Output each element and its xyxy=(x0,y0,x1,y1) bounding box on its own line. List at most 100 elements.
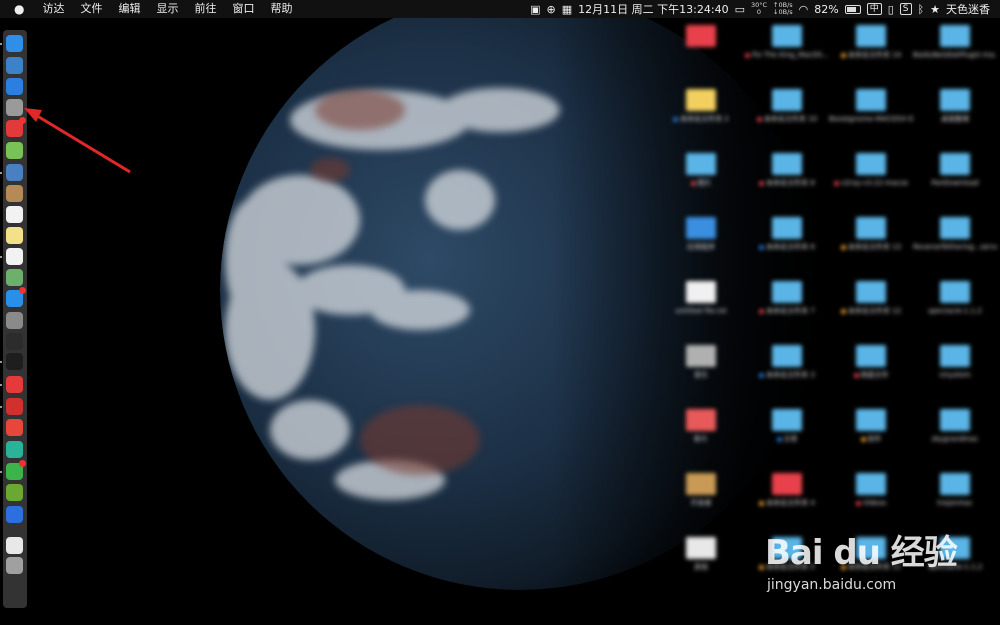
trash-icon[interactable] xyxy=(6,557,23,574)
wechat-icon[interactable] xyxy=(6,460,26,480)
reminders-icon[interactable] xyxy=(6,248,23,265)
green-app-icon[interactable] xyxy=(6,441,23,458)
file-label: 应用程序 xyxy=(687,243,715,251)
menu-window[interactable]: 窗口 xyxy=(224,0,262,18)
battery-percent[interactable]: 82% xyxy=(814,3,838,16)
menu-go[interactable]: 前往 xyxy=(186,0,224,18)
desktop-file[interactable]: Boostgnome-MACOSX-GOG xyxy=(829,89,913,124)
user-name[interactable]: 天色迷香 xyxy=(946,1,990,17)
desktop-file[interactable]: 音乐 xyxy=(659,345,743,380)
menu-edit[interactable]: 编辑 xyxy=(110,0,148,18)
folder-icon xyxy=(856,25,886,47)
desktop-file[interactable]: 未命名文件夹 10 xyxy=(745,89,829,124)
notes-brown-icon[interactable] xyxy=(6,185,23,202)
desktop-file[interactable]: Videos xyxy=(829,473,913,508)
desktop-file[interactable]: Unystem xyxy=(913,345,997,380)
dock xyxy=(0,30,27,608)
safari-icon[interactable] xyxy=(6,78,23,95)
calendar-icon[interactable]: ▦ xyxy=(562,3,572,16)
desktop-file[interactable]: 未命名文件夹 7 xyxy=(745,281,829,316)
desktop-file[interactable]: untitled file.txt xyxy=(659,281,743,316)
maps-icon[interactable] xyxy=(6,269,23,286)
desktop-file[interactable]: 未命名文件夹 2 xyxy=(659,89,743,124)
tag-dot xyxy=(759,244,765,250)
menu-view[interactable]: 显示 xyxy=(148,0,186,18)
datetime-label[interactable]: 12月11日 周二 下午13:24:40 xyxy=(578,1,728,17)
network-speed[interactable]: ↑0B/s ↓0B/s xyxy=(773,2,793,16)
desktop-file[interactable]: 桌面整理 xyxy=(913,89,997,124)
finder-icon[interactable] xyxy=(6,35,23,52)
desktop-file[interactable]: 未命名文件夹 12 xyxy=(829,281,913,316)
desktop-file[interactable]: 未命名文件夹 6 xyxy=(745,217,829,252)
desktop-file[interactable] xyxy=(659,25,743,51)
vivaldi-icon[interactable] xyxy=(6,398,23,415)
nvidia-icon[interactable] xyxy=(6,484,23,501)
desktop-file[interactable]: skygrandmac xyxy=(913,409,997,444)
document-icon[interactable] xyxy=(6,537,23,554)
desktop-file[interactable]: trojanmac xyxy=(913,473,997,508)
desktop-file[interactable]: 未命名文件夹 14 xyxy=(829,25,913,60)
notes-icon[interactable] xyxy=(6,227,23,244)
folder-icon xyxy=(686,25,716,47)
rocket-icon[interactable] xyxy=(6,99,23,116)
file-label: 文章 xyxy=(745,435,829,444)
weibo-icon[interactable] xyxy=(6,419,23,436)
preview-icon[interactable] xyxy=(6,164,23,181)
desktop-file[interactable]: 图片 xyxy=(659,153,743,188)
desktop-file[interactable]: 软件 xyxy=(829,409,913,444)
temperature-extra: 0 xyxy=(756,8,762,16)
desktop-file[interactable]: spectacle-1.1.2 xyxy=(913,281,997,316)
activity-monitor-icon[interactable] xyxy=(6,333,23,350)
desktop-file[interactable]: Fix The King_MacOS... xyxy=(745,25,829,60)
desktop-file[interactable]: BaiduNetdiskPlugin-ma...master xyxy=(913,25,997,60)
desktop-file[interactable]: 未命名文件夹 13 xyxy=(829,217,913,252)
file-label: untitled file.txt xyxy=(675,307,727,315)
desktop-file[interactable]: 未命名文件夹 4 xyxy=(745,473,829,508)
baidu-netdisk-icon[interactable] xyxy=(6,506,23,523)
desktop-file[interactable]: 应用程序 xyxy=(659,217,743,252)
desktop-file[interactable]: v2ray-v3.22-macos xyxy=(829,153,913,188)
desktop-file[interactable]: ReverseTethering...server_1.2.0 xyxy=(913,217,997,252)
red-app-icon[interactable] xyxy=(6,117,26,137)
yandex-icon[interactable] xyxy=(6,376,23,393)
calendar-icon[interactable] xyxy=(6,206,23,223)
tag-dot xyxy=(759,180,765,186)
screen-icon[interactable]: ▭ xyxy=(735,3,745,16)
folder-icon xyxy=(772,473,802,495)
folder-icon xyxy=(686,89,716,111)
battery-icon[interactable] xyxy=(844,4,861,14)
dropbox-icon[interactable]: ▣ xyxy=(530,3,540,16)
menu-finder[interactable]: 访达 xyxy=(34,0,72,18)
terminal-icon[interactable] xyxy=(6,353,23,370)
desktop-file[interactable]: PanDownload xyxy=(913,153,997,188)
s-app-icon[interactable]: S xyxy=(899,3,912,15)
android-icon[interactable] xyxy=(6,142,23,159)
app-store-icon[interactable] xyxy=(6,287,26,307)
temperature-readout[interactable]: 30°C 0 xyxy=(751,2,767,16)
folder-icon xyxy=(940,281,970,303)
desktop-file[interactable]: 未命名文件夹 3 xyxy=(745,345,829,380)
menu-help[interactable]: 帮助 xyxy=(262,0,300,18)
desktop-file[interactable]: 影片 xyxy=(659,409,743,444)
menu-file[interactable]: 文件 xyxy=(72,0,110,18)
globe-icon[interactable]: ⊕ xyxy=(547,3,556,16)
desktop-file[interactable]: 未命名文件夹 8 xyxy=(745,153,829,188)
file-label: ReverseTethering...server_1.2.0 xyxy=(913,243,997,251)
wifi-icon[interactable]: ◠ xyxy=(799,3,809,16)
launchpad-icon[interactable] xyxy=(6,57,23,74)
bluetooth-icon[interactable]: ᛒ xyxy=(918,3,925,16)
desktop-file[interactable]: 文章 xyxy=(745,409,829,444)
folder-icon xyxy=(856,409,886,431)
desktop-file[interactable]: 开发者 xyxy=(659,473,743,508)
file-label: skygrandmac xyxy=(931,435,979,443)
ime-icon[interactable]: 中 xyxy=(866,3,882,15)
desktop-file[interactable]: 其他 xyxy=(659,537,743,572)
star-icon[interactable]: ★ xyxy=(930,3,940,16)
file-label: 未命名文件夹 2 xyxy=(659,115,743,124)
control-icon[interactable]: ▯ xyxy=(888,3,894,16)
tag-dot xyxy=(860,436,866,442)
apple-logo-icon[interactable]: ● xyxy=(0,0,34,18)
system-prefs-icon[interactable] xyxy=(6,312,23,329)
running-indicator xyxy=(0,406,2,408)
desktop-file[interactable]: 网盘文件 xyxy=(829,345,913,380)
